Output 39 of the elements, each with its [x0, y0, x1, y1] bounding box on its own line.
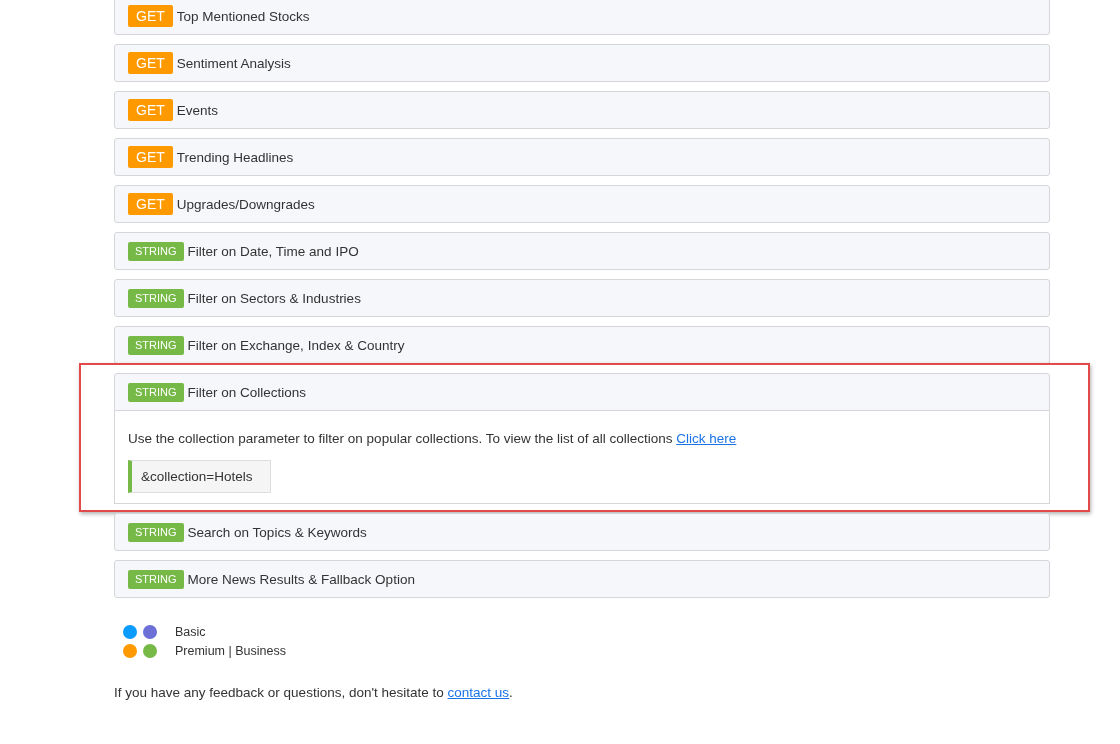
description-text: Use the collection parameter to filter on popular collections. To view the list of all collections Click here — [128, 430, 738, 448]
legend-label: Premium | Business — [175, 644, 286, 658]
method-badge: STRING — [128, 382, 184, 402]
accordion-header[interactable]: GET Events — [114, 91, 1050, 129]
accordion-header[interactable]: STRING Filter on Collections — [114, 373, 1050, 411]
section-title: Events — [176, 102, 219, 118]
accordion-header[interactable]: STRING Filter on Exchange, Index & Country — [114, 326, 1050, 364]
section-title: More News Results & Fallback Option — [187, 571, 415, 587]
accordion-header[interactable]: GET Top Mentioned Stocks — [114, 0, 1050, 35]
accordion-header[interactable]: STRING Filter on Date, Time and IPO — [114, 232, 1050, 270]
method-badge: GET — [128, 193, 173, 215]
section-title: Sentiment Analysis — [176, 55, 291, 71]
section-title: Top Mentioned Stocks — [176, 8, 310, 24]
section-title: Upgrades/Downgrades — [176, 196, 315, 212]
method-badge: GET — [128, 52, 173, 74]
method-badge: STRING — [128, 522, 184, 542]
method-badge: STRING — [128, 335, 184, 355]
section-title: Filter on Exchange, Index & Country — [187, 337, 405, 353]
accordion-header[interactable]: GET Upgrades/Downgrades — [114, 185, 1050, 223]
method-badge: STRING — [128, 569, 184, 589]
method-badge: GET — [128, 99, 173, 121]
click-here-link[interactable]: Click here — [676, 431, 737, 446]
section-title: Trending Headlines — [176, 149, 294, 165]
method-badge: GET — [128, 146, 173, 168]
section-title: Search on Topics & Keywords — [187, 524, 367, 540]
accordion-header[interactable]: STRING Filter on Sectors & Industries — [114, 279, 1050, 317]
section-title: Filter on Collections — [187, 384, 307, 400]
accordion-header[interactable]: GET Sentiment Analysis — [114, 44, 1050, 82]
feedback-text: If you have any feedback or questions, don't hesitate to contact us. — [114, 685, 514, 700]
section-title: Filter on Sectors & Industries — [187, 290, 361, 306]
code-snippet: &collection=Hotels — [128, 460, 272, 493]
legend-label: Basic — [175, 625, 206, 639]
section-title: Filter on Date, Time and IPO — [187, 243, 359, 259]
accordion-header[interactable]: STRING More News Results & Fallback Option — [114, 560, 1050, 598]
accordion-header[interactable]: GET Trending Headlines — [114, 138, 1050, 176]
accordion-header[interactable]: STRING Search on Topics & Keywords — [114, 513, 1050, 551]
method-badge: STRING — [128, 241, 184, 261]
method-badge: STRING — [128, 288, 184, 308]
method-badge: GET — [128, 5, 173, 27]
